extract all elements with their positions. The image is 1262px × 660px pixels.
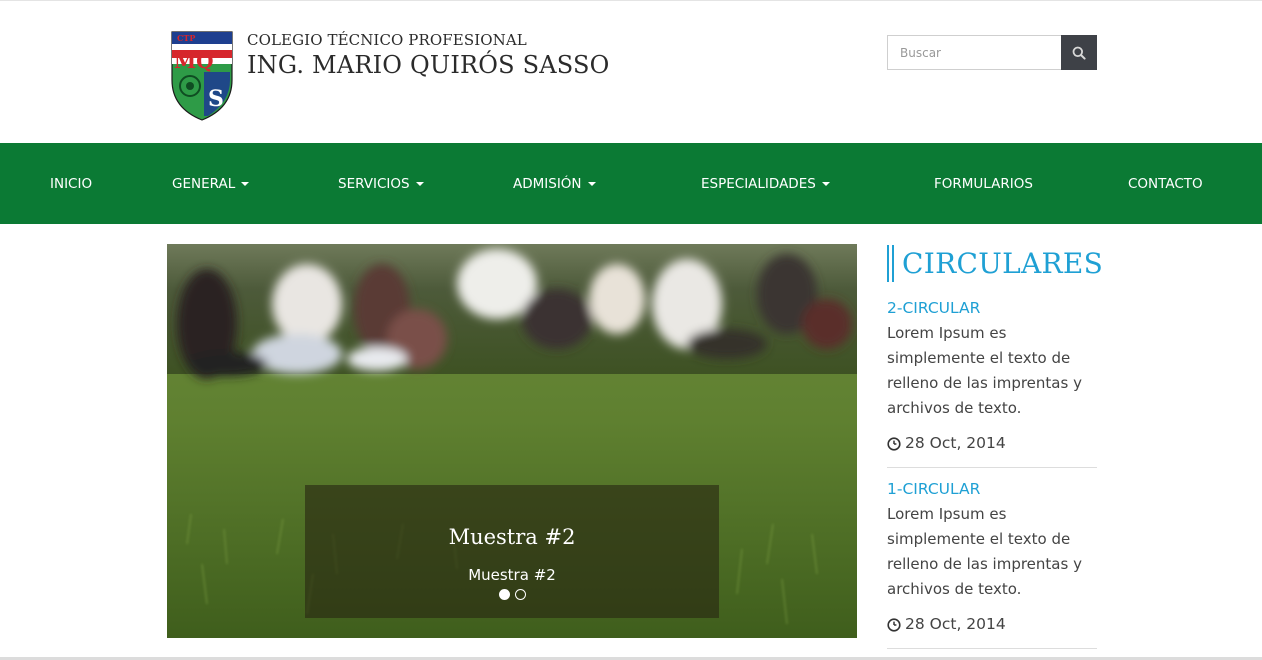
circular-date-text: 28 Oct, 2014: [905, 434, 1006, 452]
main-nav: INICIO GENERAL SERVICIOS ADMISIÓN ESPECI…: [0, 143, 1262, 224]
search-icon: [1072, 46, 1086, 60]
school-name[interactable]: ING. MARIO QUIRÓS SASSO: [247, 51, 610, 79]
slide-caption: Muestra #2 Muestra #2: [305, 485, 719, 618]
caret-down-icon: [241, 182, 250, 186]
search-form: [887, 35, 1097, 70]
circulares-heading: CIRCULARES: [887, 244, 1103, 282]
carousel-dot-2[interactable]: [514, 589, 526, 600]
nav-item-especialidades[interactable]: ESPECIALIDADES: [701, 143, 830, 224]
search-button[interactable]: [1061, 35, 1097, 70]
slide-caption-title: Muestra #2: [448, 525, 576, 549]
carousel-dot-1[interactable]: [498, 589, 510, 600]
nav-label: SERVICIOS: [338, 175, 410, 192]
nav-label: GENERAL: [172, 175, 236, 192]
clock-icon: [887, 436, 901, 451]
caret-down-icon: [587, 182, 596, 186]
nav-label: INICIO: [50, 175, 93, 192]
nav-label: CONTACTO: [1128, 175, 1203, 192]
nav-item-admision[interactable]: ADMISIÓN: [513, 143, 596, 224]
circular-item: 1-CIRCULAR Lorem Ipsum es simplemente el…: [887, 477, 1097, 637]
svg-text:S: S: [208, 86, 224, 112]
circular-link[interactable]: 1-CIRCULAR: [887, 477, 1097, 502]
logo-ctp-text: CTP: [177, 33, 195, 43]
school-type: COLEGIO TÉCNICO PROFESIONAL: [247, 31, 527, 49]
circular-excerpt: Lorem Ipsum es simplemente el texto de r…: [887, 505, 1082, 598]
heading-accent-bar: [892, 244, 894, 282]
nav-item-inicio[interactable]: INICIO: [50, 143, 92, 224]
search-input[interactable]: [887, 35, 1061, 70]
image-carousel[interactable]: Muestra #2 Muestra #2: [167, 244, 857, 638]
circular-date: 28 Oct, 2014: [887, 431, 1097, 456]
nav-label: FORMULARIOS: [934, 175, 1033, 192]
circular-date-text: 28 Oct, 2014: [905, 615, 1006, 633]
nav-item-general[interactable]: GENERAL: [172, 143, 250, 224]
nav-item-servicios[interactable]: SERVICIOS: [338, 143, 424, 224]
circular-divider: [887, 467, 1097, 468]
site-header: CTP MQ S COLEGIO TÉCNICO PROFESIONAL ING…: [0, 1, 1262, 143]
caret-down-icon: [415, 182, 424, 186]
circular-date: 28 Oct, 2014: [887, 612, 1097, 637]
circulares-title: CIRCULARES: [902, 246, 1104, 280]
svg-text:MQ: MQ: [174, 49, 214, 73]
heading-accent-bar: [887, 244, 889, 282]
caret-down-icon: [821, 182, 830, 186]
clock-icon: [887, 617, 901, 632]
circular-divider: [887, 648, 1097, 649]
nav-label: ESPECIALIDADES: [701, 175, 816, 192]
circular-link[interactable]: 2-CIRCULAR: [887, 296, 1097, 321]
nav-item-formularios[interactable]: FORMULARIOS: [934, 143, 1033, 224]
circular-item: 2-CIRCULAR Lorem Ipsum es simplemente el…: [887, 296, 1097, 456]
nav-item-contacto[interactable]: CONTACTO: [1128, 143, 1203, 224]
slide-caption-text: Muestra #2: [468, 566, 556, 584]
nav-label: ADMISIÓN: [513, 175, 582, 192]
school-logo[interactable]: CTP MQ S: [168, 28, 236, 122]
circular-excerpt: Lorem Ipsum es simplemente el texto de r…: [887, 324, 1082, 417]
carousel-indicators: [305, 589, 719, 600]
